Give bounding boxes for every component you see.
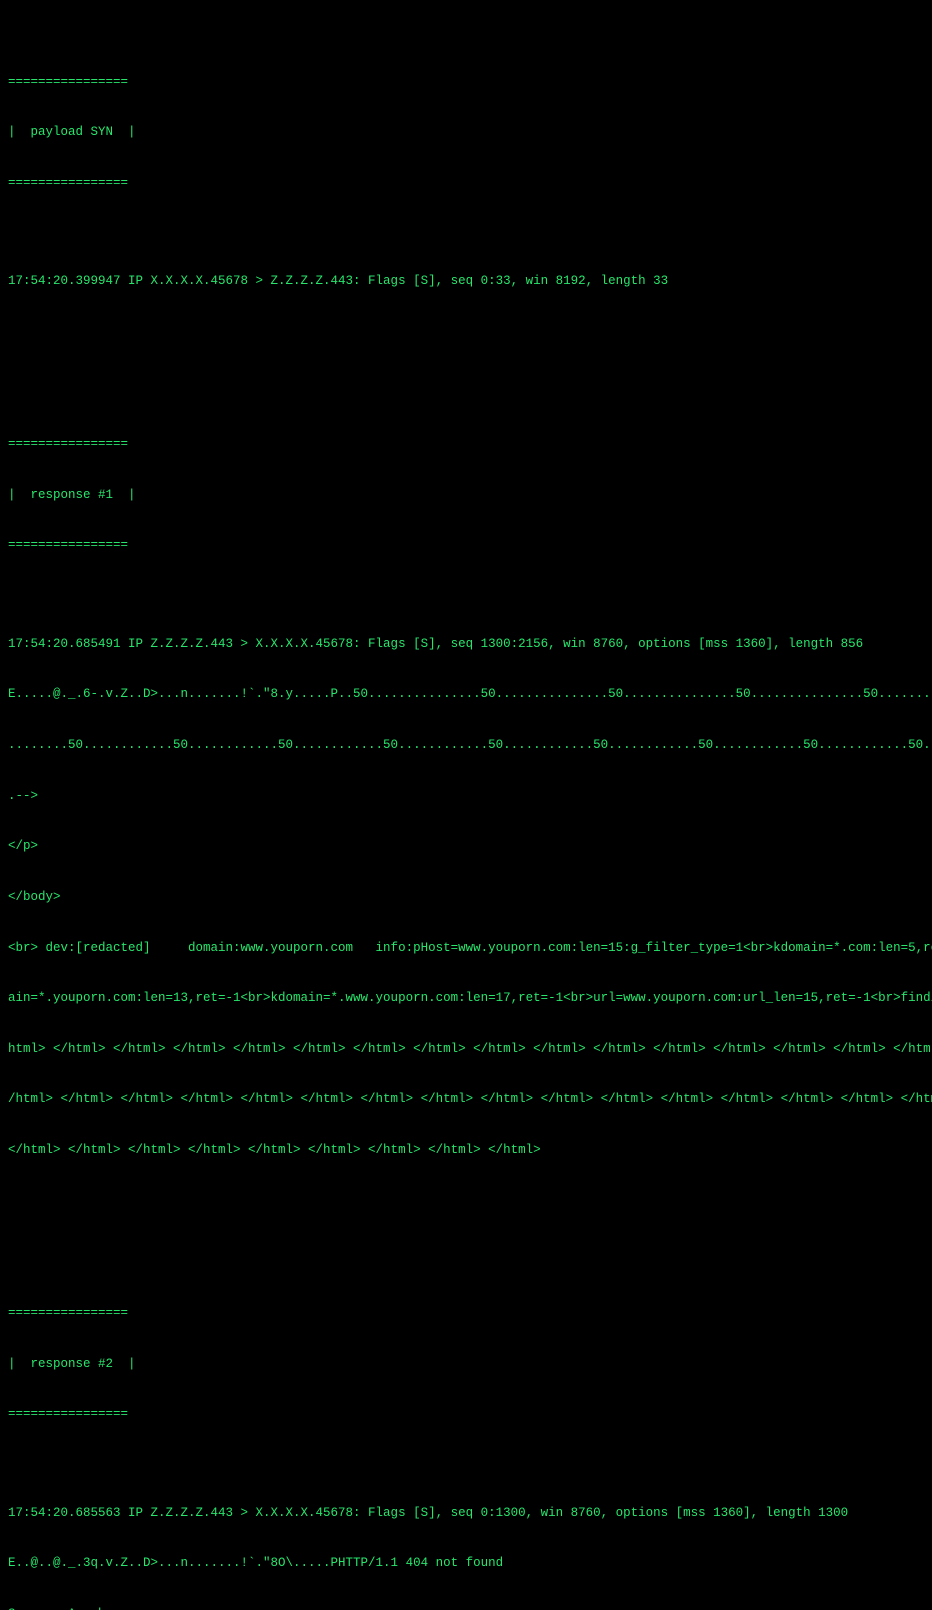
payload-line: <br> dev:[redacted] domain:www.youporn.c…: [8, 940, 924, 957]
payload-line: /html> </html> </html> </html> </html> <…: [8, 1091, 924, 1108]
section-rule: ================: [8, 537, 924, 554]
section-header-payload-syn: | payload SYN |: [8, 124, 924, 141]
payload-line: ain=*.youporn.com:len=13,ret=-1<br>kdoma…: [8, 990, 924, 1007]
payload-line: </body>: [8, 889, 924, 906]
section-rule: ================: [8, 74, 924, 91]
terminal-output: ================ | payload SYN | =======…: [0, 0, 932, 1610]
payload-line: </html> </html> </html> </html> </html> …: [8, 1142, 924, 1159]
hex-line: E..@..@._.3q.v.Z..D>...n.......!`."8O\..…: [8, 1555, 924, 1572]
section-rule: ================: [8, 1406, 924, 1423]
section-rule: ================: [8, 1305, 924, 1322]
hex-line: E.....@._.6-.v.Z..D>...n.......!`."8.y..…: [8, 686, 924, 703]
section-header-response-1: | response #1 |: [8, 487, 924, 504]
packet-line: 17:54:20.399947 IP X.X.X.X.45678 > Z.Z.Z…: [8, 273, 924, 290]
payload-line: html> </html> </html> </html> </html> </…: [8, 1041, 924, 1058]
payload-line: </p>: [8, 838, 924, 855]
packet-line: 17:54:20.685563 IP Z.Z.Z.Z.443 > X.X.X.X…: [8, 1505, 924, 1522]
payload-line: .-->: [8, 788, 924, 805]
section-rule: ================: [8, 175, 924, 192]
hex-line: ........50............50............50..…: [8, 737, 924, 754]
section-rule: ================: [8, 436, 924, 453]
http-header-line: Server: Apache: [8, 1606, 924, 1610]
section-header-response-2: | response #2 |: [8, 1356, 924, 1373]
packet-line: 17:54:20.685491 IP Z.Z.Z.Z.443 > X.X.X.X…: [8, 636, 924, 653]
